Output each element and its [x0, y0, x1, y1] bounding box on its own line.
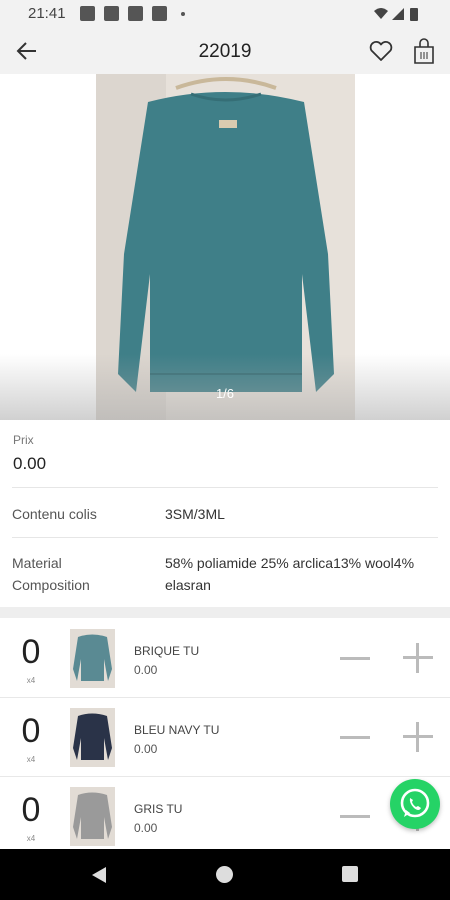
divider: [12, 487, 438, 488]
pack-size: x4: [26, 834, 36, 843]
variant-price: 0.00: [134, 742, 158, 756]
notification-icon: [80, 6, 95, 21]
decrease-quantity-button[interactable]: [340, 736, 370, 739]
battery-icon: [410, 8, 418, 21]
notification-icon: [152, 6, 167, 21]
image-counter: 1/6: [215, 386, 235, 401]
whatsapp-button[interactable]: [390, 779, 440, 829]
quantity-value: 0: [21, 633, 41, 671]
divider: [12, 537, 438, 538]
variant-row: 0 x4 GRIS TU 0.00: [0, 777, 450, 856]
wifi-icon: [374, 8, 388, 19]
notification-icon: [104, 6, 119, 21]
package-content-label: Contenu colis: [12, 506, 97, 522]
variant-name: BLEU NAVY TU: [134, 723, 220, 737]
more-notifications-icon: [181, 12, 185, 16]
signal-icon: [392, 8, 404, 20]
variant-thumbnail[interactable]: [70, 629, 115, 688]
status-icons: [374, 8, 418, 21]
quantity-value: 0: [21, 712, 41, 750]
app-bar: 22019: [0, 28, 450, 74]
variant-name: BRIQUE TU: [134, 644, 200, 658]
price-label: Prix: [13, 433, 34, 447]
increase-quantity-button[interactable]: [403, 722, 433, 752]
product-gallery[interactable]: 1/6: [0, 74, 450, 420]
nav-home-icon[interactable]: [216, 866, 233, 883]
decrease-quantity-button[interactable]: [340, 657, 370, 660]
heart-icon[interactable]: [368, 39, 394, 63]
variant-thumbnail[interactable]: [70, 787, 115, 846]
status-bar: 21:41: [0, 0, 450, 28]
pack-size: x4: [26, 676, 36, 685]
nav-back-icon[interactable]: [90, 866, 108, 884]
nav-recents-icon[interactable]: [342, 866, 358, 882]
material-composition-value: 58% poliamide 25% arclica13% wool4% elas…: [165, 555, 415, 593]
quantity-value: 0: [21, 791, 41, 829]
variant-thumbnail[interactable]: [70, 708, 115, 767]
package-content-value: 3SM/3ML: [165, 506, 225, 522]
notification-icon: [128, 6, 143, 21]
section-separator: [0, 607, 450, 618]
price-value: 0.00: [13, 454, 47, 473]
variant-name: GRIS TU: [134, 802, 183, 816]
pack-size: x4: [26, 755, 36, 764]
increase-quantity-button[interactable]: [403, 643, 433, 673]
variant-price: 0.00: [134, 663, 158, 677]
status-time: 21:41: [28, 5, 66, 22]
variant-row: 0 x4 BLEU NAVY TU 0.00: [0, 698, 450, 777]
system-nav-bar: [0, 849, 450, 900]
decrease-quantity-button[interactable]: [340, 815, 370, 818]
material-composition-label: Material Composition: [12, 555, 90, 593]
variant-price: 0.00: [134, 821, 158, 835]
whatsapp-icon: [400, 788, 430, 818]
variant-row: 0 x4 BRIQUE TU 0.00: [0, 619, 450, 698]
shopping-bag-icon[interactable]: [412, 37, 436, 65]
